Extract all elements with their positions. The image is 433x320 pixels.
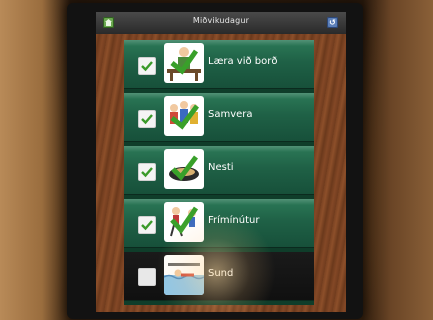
checkmark-icon bbox=[141, 167, 153, 178]
background-photo-left bbox=[0, 0, 70, 320]
list-item-label: Sund bbox=[208, 268, 234, 279]
list-item-label: Nesti bbox=[208, 162, 234, 173]
checkmark-icon bbox=[141, 220, 153, 231]
checkmark-icon bbox=[141, 114, 153, 125]
list-item-label: Samvera bbox=[208, 109, 253, 120]
group-time-icon bbox=[164, 96, 204, 136]
checkbox-unchecked[interactable] bbox=[138, 268, 156, 286]
checkbox-checked[interactable] bbox=[138, 163, 156, 181]
recess-icon bbox=[164, 202, 204, 242]
checkmark-icon bbox=[141, 61, 153, 72]
swimming-icon bbox=[164, 255, 204, 295]
list-item[interactable]: Sund bbox=[124, 252, 314, 301]
study-at-table-icon bbox=[164, 43, 204, 83]
checkbox-checked[interactable] bbox=[138, 216, 156, 234]
top-bar: Miðvikudagur ↺ bbox=[96, 12, 346, 34]
list-item-label: Frímínútur bbox=[208, 215, 260, 226]
list-item[interactable]: Frímínútur bbox=[124, 199, 314, 248]
background-photo-right bbox=[363, 0, 433, 320]
back-button[interactable]: ↺ bbox=[327, 17, 338, 28]
page-title: Miðvikudagur bbox=[192, 16, 250, 25]
activity-list: Læra við borð Samvera Nesti Frímínútur S… bbox=[124, 40, 314, 305]
lunch-icon bbox=[164, 149, 204, 189]
list-item[interactable]: Samvera bbox=[124, 93, 314, 142]
list-item[interactable]: Læra við borð bbox=[124, 40, 314, 89]
checkbox-checked[interactable] bbox=[138, 110, 156, 128]
back-icon: ↺ bbox=[329, 18, 336, 27]
list-item-label: Læra við borð bbox=[208, 56, 278, 67]
list-item[interactable]: Nesti bbox=[124, 146, 314, 195]
checkbox-checked[interactable] bbox=[138, 57, 156, 75]
app-screen: Miðvikudagur ↺ Læra við borð Samvera Nes… bbox=[96, 12, 346, 312]
